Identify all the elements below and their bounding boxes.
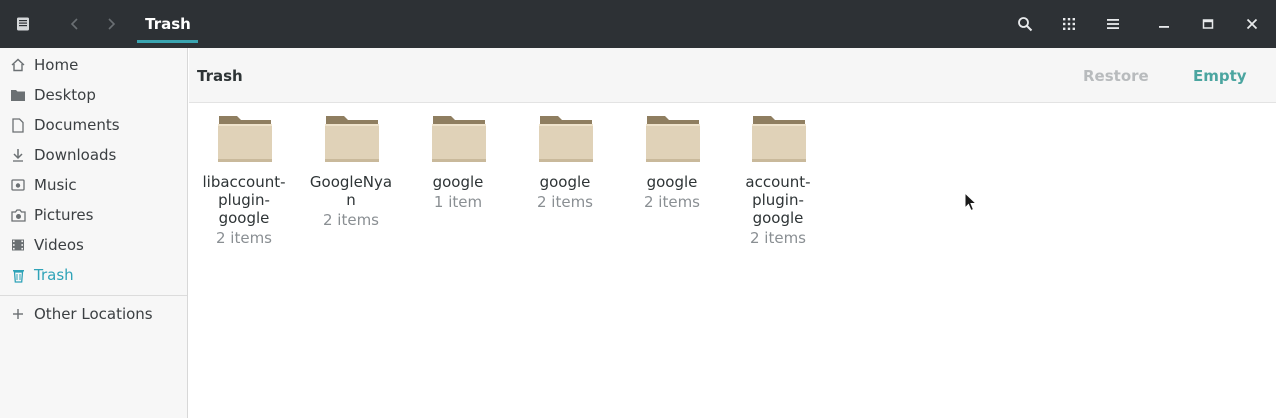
- sidebar-item-label: Downloads: [34, 146, 117, 164]
- file-name-line: account-: [745, 173, 811, 191]
- file-name-line: google: [539, 173, 591, 191]
- sidebar-item-label: Other Locations: [34, 305, 153, 323]
- sidebar-item-music[interactable]: Music: [0, 170, 187, 200]
- item-count: 2 items: [536, 193, 593, 211]
- restore-button[interactable]: Restore: [1083, 48, 1149, 103]
- download-icon: [10, 147, 26, 163]
- item-count: 2 items: [749, 229, 806, 247]
- video-icon: [10, 237, 26, 253]
- sidebar-item-label: Documents: [34, 116, 120, 134]
- sidebar-item-label: Desktop: [34, 86, 96, 104]
- search-button[interactable]: [1005, 0, 1045, 48]
- folder-icon: [325, 116, 379, 162]
- sidebar-item-label: Trash: [34, 266, 74, 284]
- item-count: 2 items: [215, 229, 272, 247]
- back-button[interactable]: [55, 0, 95, 48]
- search-icon: [1018, 17, 1033, 32]
- folder-icon: [432, 116, 486, 162]
- sidebar-divider: [0, 295, 187, 296]
- sidebar-item-pictures[interactable]: Pictures: [0, 200, 187, 230]
- music-icon: [10, 177, 26, 193]
- grid-icon: [1063, 18, 1075, 30]
- folder-icon: [752, 116, 806, 162]
- app-menu-button[interactable]: [3, 0, 43, 48]
- trash-icon: [10, 267, 26, 283]
- file-name-line: google: [646, 173, 698, 191]
- sidebar-item-label: Home: [34, 56, 79, 74]
- sidebar-item-home[interactable]: Home: [0, 50, 187, 80]
- plus-icon: [10, 306, 26, 322]
- file-name-line: plugin-: [752, 191, 804, 209]
- minimize-button[interactable]: [1144, 0, 1184, 48]
- sidebar: Home Desktop Documents Downloads Music P…: [0, 48, 188, 418]
- chevron-right-icon: [108, 18, 116, 30]
- location-title: Trash: [197, 66, 243, 85]
- file-name-line: google: [218, 209, 270, 227]
- minimize-icon: [1159, 26, 1169, 28]
- header-bar: Trash: [0, 0, 1276, 48]
- mouse-cursor-icon: [964, 192, 978, 212]
- close-icon: [1246, 18, 1258, 30]
- sidebar-item-trash[interactable]: Trash: [0, 260, 187, 290]
- file-name-line: google: [752, 209, 804, 227]
- file-name-line: plugin-: [218, 191, 270, 209]
- file-name-line: google: [432, 173, 484, 191]
- forward-button[interactable]: [91, 0, 131, 48]
- chevron-left-icon: [70, 18, 78, 30]
- path-bar-indicator: [137, 40, 198, 43]
- item-count: 1 item: [433, 193, 483, 211]
- file-name-line: n: [346, 191, 356, 209]
- file-name-line: GoogleNya: [309, 173, 393, 191]
- sidebar-item-other-locations[interactable]: Other Locations: [0, 299, 187, 329]
- item-count: 2 items: [643, 193, 700, 211]
- sidebar-item-videos[interactable]: Videos: [0, 230, 187, 260]
- camera-icon: [10, 207, 26, 223]
- sidebar-item-documents[interactable]: Documents: [0, 110, 187, 140]
- view-toggle-button[interactable]: [1049, 0, 1089, 48]
- sidebar-item-label: Videos: [34, 236, 84, 254]
- sidebar-item-downloads[interactable]: Downloads: [0, 140, 187, 170]
- sidebar-item-label: Pictures: [34, 206, 94, 224]
- folder-icon: [10, 87, 26, 103]
- folder-icon: [646, 116, 700, 162]
- menu-button[interactable]: [1093, 0, 1133, 48]
- maximize-icon: [1202, 19, 1214, 29]
- hamburger-icon: [1107, 19, 1119, 29]
- home-icon: [10, 57, 26, 73]
- file-manager-icon: [17, 17, 29, 31]
- empty-trash-button[interactable]: Empty: [1193, 48, 1247, 103]
- trash-action-bar: Trash Restore Empty: [189, 48, 1276, 103]
- document-icon: [10, 117, 26, 133]
- item-count: 2 items: [322, 211, 379, 229]
- maximize-button[interactable]: [1188, 0, 1228, 48]
- sidebar-item-desktop[interactable]: Desktop: [0, 80, 187, 110]
- sidebar-item-label: Music: [34, 176, 77, 194]
- close-button[interactable]: [1232, 0, 1272, 48]
- folder-icon: [218, 116, 272, 162]
- file-name-line: libaccount-: [202, 173, 286, 191]
- folder-icon: [539, 116, 593, 162]
